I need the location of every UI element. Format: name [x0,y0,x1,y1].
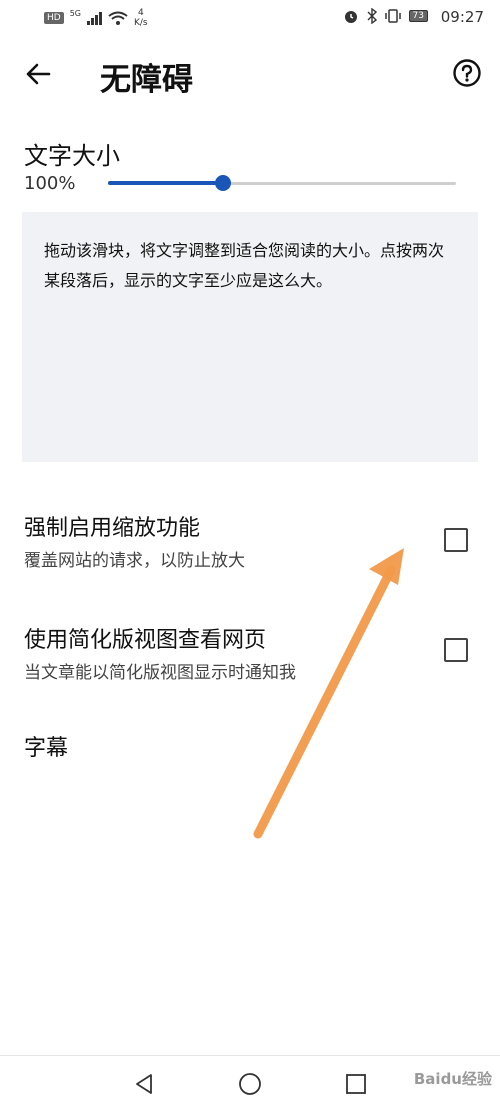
help-circle-icon [453,59,481,87]
network-speed-unit: K/s [134,18,148,28]
hd-badge: HD [44,12,64,24]
text-size-label: 文字大小 [24,142,120,170]
clock: 09:27 [440,8,484,26]
captions-item[interactable]: 字幕 [24,730,68,762]
text-size-preview: 拖动该滑块，将文字调整到适合您阅读的大小。点按两次某段落后，显示的文字至少应是这… [22,212,478,462]
preview-text: 拖动该滑块，将文字调整到适合您阅读的大小。点按两次某段落后，显示的文字至少应是这… [44,241,445,290]
watermark: Baidu经验 [413,1070,492,1088]
setting-subtitle: 覆盖网站的请求，以防止放大 [24,551,245,571]
nav-back-button[interactable] [124,1064,164,1104]
battery-icon: 73 [408,10,428,22]
wifi-icon [108,11,128,25]
status-right: 73 [343,8,428,24]
text-size-value: 100% [24,173,76,194]
nav-home-button[interactable] [230,1064,270,1104]
nav-recents-button[interactable] [336,1064,376,1104]
arrow-left-icon [26,63,51,85]
bluetooth-icon [367,8,377,24]
force-zoom-checkbox[interactable] [444,528,468,552]
setting-subtitle: 当文章能以简化版视图显示时通知我 [24,663,296,683]
vibrate-icon [384,9,401,23]
setting-force-zoom[interactable]: 强制启用缩放功能 覆盖网站的请求，以防止放大 [0,500,500,590]
setting-simplified-view[interactable]: 使用简化版视图查看网页 当文章能以简化版视图显示时通知我 [0,612,500,702]
nav-back-icon [136,1074,152,1094]
setting-title: 使用简化版视图查看网页 [24,628,267,653]
simplified-view-checkbox[interactable] [444,638,468,662]
network-speed: 4 K/s [134,8,148,28]
back-button[interactable] [22,58,54,90]
nav-home-icon [239,1073,261,1095]
setting-title: 强制启用缩放功能 [24,516,201,541]
text-size-slider[interactable] [108,174,456,194]
signal-icon [87,11,102,25]
help-button[interactable] [452,58,482,88]
status-left: HD 5G 4 K/s [44,8,148,28]
status-bar: HD 5G 4 K/s 73 09:27 [0,0,500,36]
nav-recents-icon [346,1074,366,1094]
slider-fill [108,181,223,185]
slider-thumb[interactable] [214,175,231,191]
alarm-icon [344,11,357,23]
network-speed-value: 4 [137,8,144,18]
network-type: 5G [69,8,81,18]
page-title: 无障碍 [100,62,193,98]
